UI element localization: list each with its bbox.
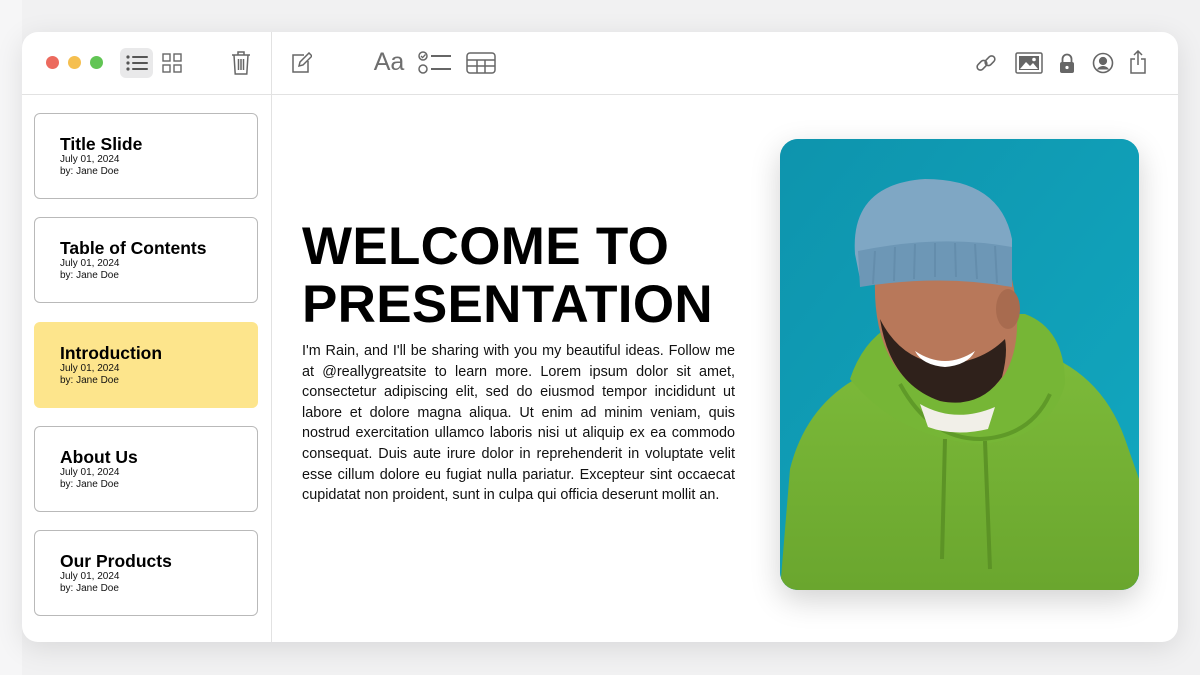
list-view-icon	[125, 54, 149, 72]
grid-view-icon	[162, 53, 182, 73]
sidebar-item-title: Our Products	[60, 551, 172, 571]
sidebar-item-date: July 01, 2024	[60, 154, 120, 165]
table-icon	[466, 52, 496, 74]
trash-icon	[231, 50, 251, 76]
list-view-button[interactable]	[120, 48, 153, 78]
account-button[interactable]	[1091, 51, 1115, 75]
delete-button[interactable]	[230, 49, 252, 77]
toolbar: Aa	[22, 32, 1178, 95]
sidebar-item-author: by: Jane Doe	[60, 269, 119, 281]
image-icon	[1015, 52, 1043, 74]
compose-button[interactable]	[290, 51, 312, 75]
table-button[interactable]	[465, 50, 497, 76]
share-icon	[1129, 50, 1147, 74]
app-window: Aa Title Slide July 01, 2024 by: Jane Do…	[22, 32, 1178, 642]
sidebar-item-author: by: Jane Doe	[60, 165, 119, 177]
compose-icon	[291, 52, 312, 74]
sidebar-item-date: July 01, 2024	[60, 571, 120, 582]
link-button[interactable]	[974, 51, 998, 75]
sidebar-item-about-us[interactable]: About Us July 01, 2024 by: Jane Doe	[34, 426, 258, 512]
sidebar-item-introduction[interactable]: Introduction July 01, 2024 by: Jane Doe	[34, 322, 258, 408]
background-panel	[0, 0, 22, 675]
sidebar-divider	[271, 32, 272, 642]
sidebar-item-title-slide[interactable]: Title Slide July 01, 2024 by: Jane Doe	[34, 113, 258, 199]
sidebar-item-title: Table of Contents	[60, 238, 207, 258]
insert-image-button[interactable]	[1014, 51, 1044, 75]
presenter-photo[interactable]	[780, 139, 1139, 590]
sidebar-item-our-products[interactable]: Our Products July 01, 2024 by: Jane Doe	[34, 530, 258, 616]
link-icon	[975, 52, 997, 74]
sidebar-item-table-of-contents[interactable]: Table of Contents July 01, 2024 by: Jane…	[34, 217, 258, 303]
sidebar-item-date: July 01, 2024	[60, 258, 120, 269]
sidebar-item-title: Introduction	[60, 343, 163, 363]
font-format-button[interactable]: Aa	[372, 47, 406, 77]
font-format-icon: Aa	[373, 47, 405, 76]
slide-title: WELCOME TO PRESENTATION	[302, 218, 762, 334]
sidebar-item-title: Title Slide	[60, 134, 143, 154]
grid-view-button[interactable]	[161, 52, 183, 74]
sidebar-item-date: July 01, 2024	[60, 363, 120, 374]
minimize-window-button[interactable]	[68, 56, 81, 69]
sidebar-item-date: July 01, 2024	[60, 467, 120, 478]
zoom-window-button[interactable]	[90, 56, 103, 69]
share-button[interactable]	[1128, 49, 1148, 75]
sidebar-item-author: by: Jane Doe	[60, 582, 119, 594]
slide-sidebar: Title Slide July 01, 2024 by: Jane Doe T…	[22, 96, 271, 642]
close-window-button[interactable]	[46, 56, 59, 69]
lock-icon	[1059, 53, 1075, 74]
checklist-icon	[418, 51, 452, 75]
slide-body-text: I'm Rain, and I'll be sharing with you m…	[302, 343, 735, 504]
lock-button[interactable]	[1058, 51, 1076, 75]
sidebar-item-title: About Us	[60, 447, 138, 467]
sidebar-item-author: by: Jane Doe	[60, 374, 119, 386]
account-icon	[1092, 52, 1114, 74]
sidebar-item-author: by: Jane Doe	[60, 478, 119, 490]
slide-title-line-1: WELCOME TO	[302, 217, 670, 276]
slide-title-line-2: PRESENTATION	[302, 275, 713, 334]
checklist-button[interactable]	[418, 50, 452, 76]
